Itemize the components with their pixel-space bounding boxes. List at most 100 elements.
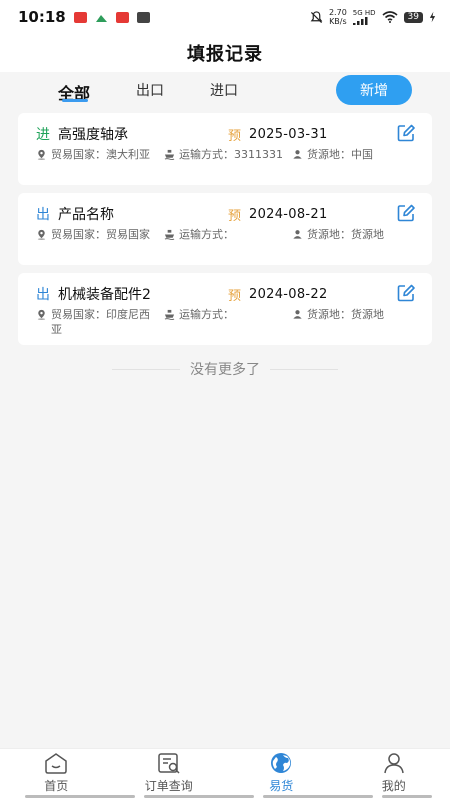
page-title: 填报记录 (187, 44, 263, 65)
origin: 货源地：中国 (307, 148, 373, 161)
record-title: 机械装备配件2 (58, 287, 151, 303)
divider-left (112, 368, 180, 370)
transport-mode: 运输方式： (179, 228, 234, 241)
trade-country-field: 贸易国家：澳大利亚 (36, 147, 156, 162)
globe-icon (271, 753, 292, 773)
network-speed: 2.70 KB/s (329, 8, 347, 26)
home-indicator (25, 795, 135, 798)
record-details: 贸易国家：印度尼西亚 运输方式： 货源地：货源地 (36, 307, 414, 341)
status-time: 10:18 (18, 8, 66, 26)
record-details: 贸易国家：贸易国家 运输方式： 货源地：货源地 (36, 227, 414, 261)
home-indicator (263, 795, 373, 798)
nav-label: 易货 (269, 779, 294, 793)
origin-icon (293, 150, 302, 159)
filter-tabs: 全部 出口 进口 新增 (0, 72, 450, 110)
list-end-indicator: 没有更多了 (0, 359, 450, 379)
origin: 货源地：货源地 (307, 228, 384, 241)
nav-item-home[interactable]: 首页 (0, 749, 113, 800)
home-icon (45, 753, 67, 774)
record-date: 2024-08-22 (249, 287, 328, 302)
trade-country-field: 贸易国家：贸易国家 (36, 227, 156, 242)
tab-import[interactable]: 进口 (210, 80, 238, 100)
nav-label: 我的 (381, 779, 406, 793)
origin-icon (293, 230, 302, 239)
nav-label: 首页 (44, 779, 69, 793)
app-notification-icon (95, 12, 108, 23)
shop-notification-icon (115, 11, 129, 23)
signal-icon (352, 17, 368, 25)
record-title: 产品名称 (58, 207, 114, 223)
record-card[interactable]: 进 高强度轴承 预 2025-03-31 贸易国家：澳大利亚 运输方式：3311… (18, 113, 432, 185)
transport-mode: 运输方式： (179, 308, 234, 321)
transport-mode: 运输方式：3311331 (179, 148, 283, 161)
record-list: 进 高强度轴承 预 2025-03-31 贸易国家：澳大利亚 运输方式：3311… (0, 113, 450, 345)
tab-active-indicator (62, 99, 88, 102)
trade-country-field: 贸易国家：印度尼西亚 (36, 307, 156, 337)
profile-icon (384, 753, 404, 774)
edit-icon[interactable] (396, 123, 416, 143)
tab-export[interactable]: 出口 (136, 80, 164, 100)
origin-field: 货源地：货源地 (292, 307, 402, 322)
record-details: 贸易国家：澳大利亚 运输方式：3311331 货源地：中国 (36, 147, 414, 181)
record-date-group: 预 2024-08-22 (228, 285, 328, 304)
status-bar: 10:18 2.70 KB/s 5G HD 39 (0, 0, 450, 34)
trade-country: 贸易国家：贸易国家 (51, 228, 150, 241)
record-header: 出 产品名称 预 2024-08-21 (36, 203, 416, 225)
mute-icon (310, 10, 323, 23)
divider-right (270, 368, 338, 370)
pre-tag: 预 (228, 289, 242, 304)
bottom-nav: 首页 订单查询 易货 我的 (0, 748, 450, 800)
record-title: 高强度轴承 (58, 127, 128, 143)
record-date: 2025-03-31 (249, 127, 328, 142)
battery-icon: 39 (403, 11, 423, 23)
record-date-group: 预 2024-08-21 (228, 205, 328, 224)
ship-icon (164, 229, 175, 240)
record-header: 出 机械装备配件2 预 2024-08-22 (36, 283, 416, 305)
nav-label: 订单查询 (144, 779, 193, 793)
status-right: 2.70 KB/s 5G HD 39 (310, 8, 436, 26)
record-header: 进 高强度轴承 预 2025-03-31 (36, 123, 416, 145)
add-button[interactable]: 新增 (336, 75, 412, 105)
transport-field: 运输方式： (164, 307, 289, 322)
nav-item-barter[interactable]: 易货 (225, 749, 338, 800)
edit-icon[interactable] (396, 203, 416, 223)
notification-icon (73, 11, 87, 23)
record-card[interactable]: 出 机械装备配件2 预 2024-08-22 贸易国家：印度尼西亚 运输方式： … (18, 273, 432, 345)
speed-unit: KB/s (329, 17, 347, 26)
no-more-text: 没有更多了 (190, 362, 260, 378)
charging-icon (429, 11, 436, 23)
network-type: 5G HD (352, 9, 376, 25)
origin-icon (293, 310, 302, 319)
origin-field: 货源地：货源地 (292, 227, 402, 242)
location-icon (37, 309, 46, 320)
origin: 货源地：货源地 (307, 308, 384, 321)
home-indicator (382, 795, 432, 798)
trade-country: 贸易国家：澳大利亚 (51, 148, 150, 161)
nav-item-order-search[interactable]: 订单查询 (113, 749, 226, 800)
home-indicator (144, 795, 254, 798)
wifi-icon (382, 11, 398, 23)
edit-icon[interactable] (396, 283, 416, 303)
location-icon (37, 149, 46, 160)
network-label: 5G HD (352, 9, 376, 17)
trade-country: 贸易国家：印度尼西亚 (51, 308, 150, 336)
record-date-group: 预 2025-03-31 (228, 125, 328, 144)
transport-field: 运输方式：3311331 (164, 147, 289, 162)
record-date: 2024-08-21 (249, 207, 328, 222)
page-header: 填报记录 (0, 34, 450, 72)
record-type-tag: 出 (36, 207, 50, 223)
pre-tag: 预 (228, 209, 242, 224)
ship-icon (164, 149, 175, 160)
ship-icon (164, 309, 175, 320)
origin-field: 货源地：中国 (292, 147, 402, 162)
order-search-icon (158, 753, 180, 774)
nav-item-profile[interactable]: 我的 (338, 749, 450, 800)
record-type-tag: 进 (36, 127, 50, 143)
status-left: 10:18 (18, 8, 150, 26)
speed-value: 2.70 (328, 8, 347, 17)
pre-tag: 预 (228, 129, 242, 144)
location-icon (37, 229, 46, 240)
transport-field: 运输方式： (164, 227, 289, 242)
message-notification-icon (136, 11, 150, 23)
record-card[interactable]: 出 产品名称 预 2024-08-21 贸易国家：贸易国家 运输方式： 货源地：… (18, 193, 432, 265)
